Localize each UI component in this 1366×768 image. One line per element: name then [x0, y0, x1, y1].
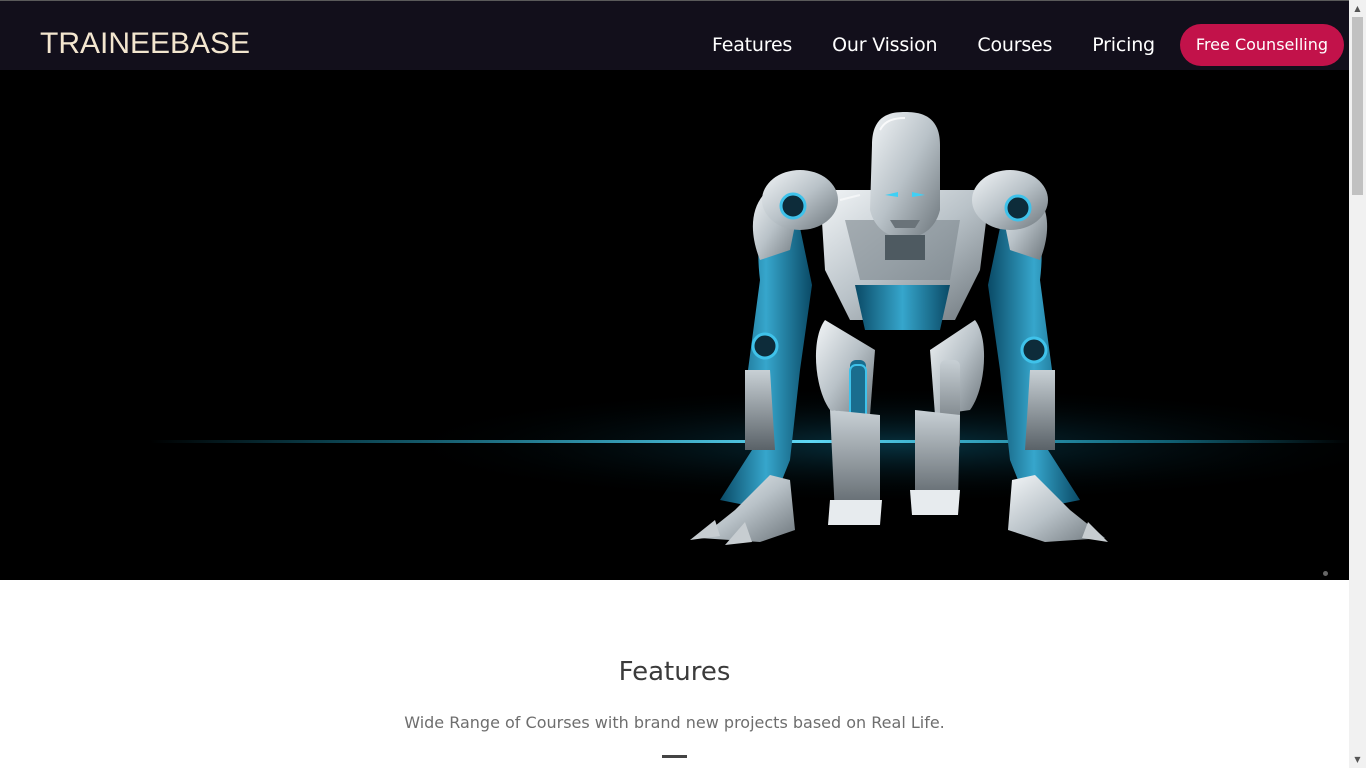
features-subtitle: Wide Range of Courses with brand new pro…	[404, 713, 945, 732]
carousel-indicator-dot[interactable]	[1323, 571, 1328, 576]
hero-banner	[0, 70, 1349, 580]
nav-link-features[interactable]: Features	[712, 24, 792, 66]
nav-links: Features Our Vission Courses Pricing Fre…	[712, 24, 1344, 66]
vertical-scrollbar[interactable]: ▲ ▼	[1349, 0, 1366, 768]
features-heading: Features	[618, 657, 731, 687]
brand-logo[interactable]: TRAINEEBASE	[40, 26, 250, 62]
nav-link-our-vission[interactable]: Our Vission	[832, 24, 937, 66]
page-content: TRAINEEBASE Features Our Vission Courses…	[0, 0, 1349, 768]
page: TRAINEEBASE Features Our Vission Courses…	[0, 0, 1366, 768]
triangle-down-icon[interactable]: ▼	[1349, 751, 1366, 768]
top-navbar: TRAINEEBASE Features Our Vission Courses…	[0, 0, 1349, 70]
nav-link-courses[interactable]: Courses	[977, 24, 1052, 66]
free-counselling-button[interactable]: Free Counselling	[1179, 24, 1344, 66]
scrollbar-thumb[interactable]	[1352, 17, 1363, 195]
section-divider	[662, 755, 687, 758]
hero-robot-image	[150, 112, 1349, 545]
nav-link-pricing[interactable]: Pricing	[1092, 24, 1155, 66]
triangle-up-icon[interactable]: ▲	[1349, 0, 1366, 17]
